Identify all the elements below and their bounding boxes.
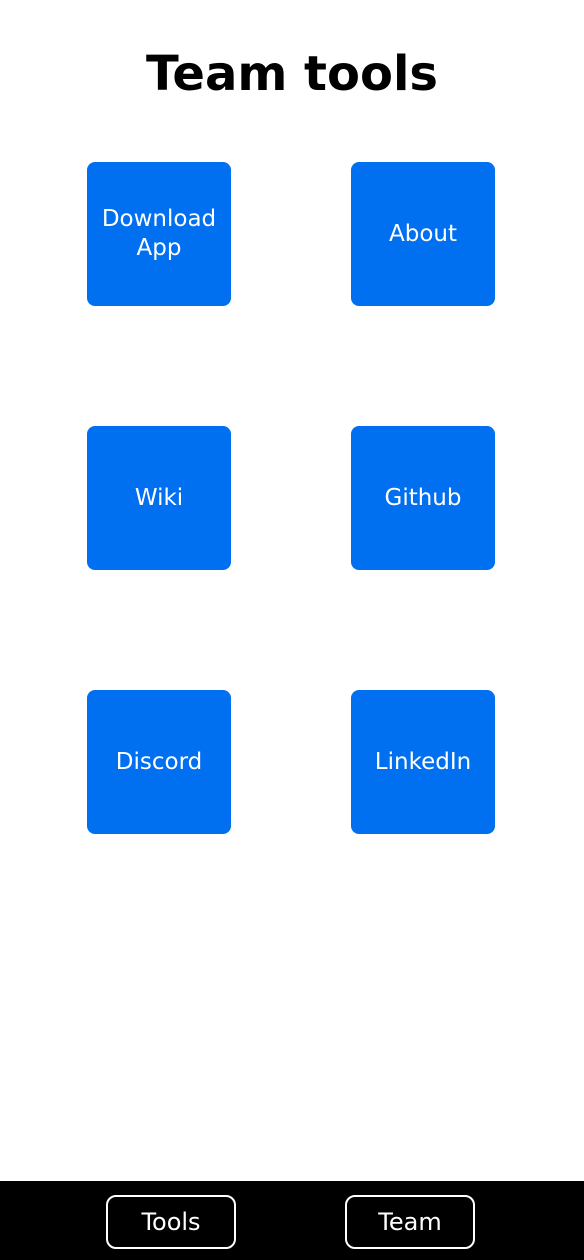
download-app-label: Download App: [101, 206, 217, 261]
team-nav-button[interactable]: Team: [345, 1195, 475, 1249]
linkedin-button[interactable]: LinkedIn: [351, 690, 495, 834]
page-title: Team tools: [146, 46, 438, 102]
about-label: About: [388, 220, 457, 247]
download-app-button[interactable]: Download App: [87, 162, 231, 306]
github-label: Github: [384, 484, 462, 511]
tools-nav-button[interactable]: Tools: [106, 1195, 236, 1249]
about-button[interactable]: About: [351, 162, 495, 306]
wiki-button[interactable]: Wiki: [87, 426, 231, 570]
linkedin-label: LinkedIn: [374, 748, 472, 775]
wiki-label: Wiki: [134, 484, 184, 511]
tools-nav-label: Tools: [141, 1208, 201, 1236]
team-nav-label: Team: [378, 1208, 442, 1236]
bottom-nav-bar: Tools Team: [0, 1181, 584, 1260]
discord-button[interactable]: Discord: [87, 690, 231, 834]
github-button[interactable]: Github: [351, 426, 495, 570]
discord-label: Discord: [115, 748, 203, 775]
